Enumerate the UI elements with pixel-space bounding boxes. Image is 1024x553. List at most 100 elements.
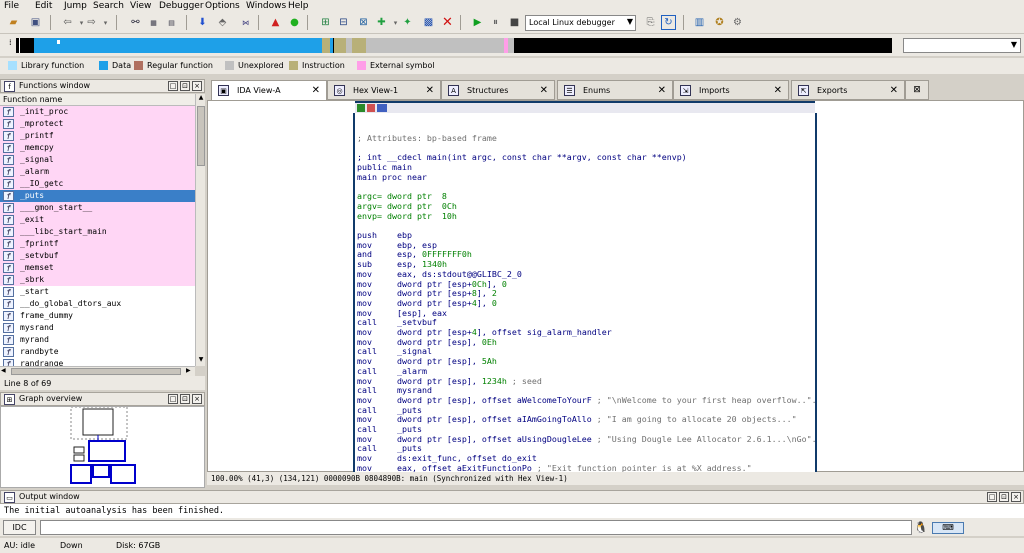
column-header[interactable]: Function name	[0, 94, 195, 106]
triangle-icon[interactable]: ▲	[268, 15, 283, 30]
menu-debugger[interactable]: Debugger	[159, 1, 204, 11]
jump-down-icon[interactable]: ⬇	[195, 15, 210, 30]
menu-options[interactable]: Options	[205, 1, 240, 11]
function-item[interactable]: f _fprintf	[0, 238, 195, 250]
close-icon[interactable]: ✕	[540, 85, 548, 96]
menu-jump[interactable]: Jump	[64, 1, 87, 11]
function-item[interactable]: f _setvbuf	[0, 250, 195, 262]
scroll-thumb[interactable]	[197, 106, 205, 166]
debugger-select[interactable]: Local Linux debugger ▼	[525, 15, 636, 31]
scroll-left-icon[interactable]: ◀	[1, 367, 6, 374]
function-item[interactable]: f randbyte	[0, 346, 195, 358]
tab-ida-view-a[interactable]: ▣ IDA View-A ✕	[211, 80, 327, 100]
function-item[interactable]: f mysrand	[0, 322, 195, 334]
function-item[interactable]: f _printf	[0, 130, 195, 142]
segment-combo[interactable]: ▼	[903, 38, 1021, 53]
binoculars-icon[interactable]: ⚯	[128, 15, 143, 30]
tab-exports[interactable]: ⇱ Exports ✕	[791, 80, 905, 100]
close-icon[interactable]: ×	[192, 394, 202, 404]
restore-icon[interactable]: □	[987, 492, 997, 502]
graph-overview-canvas[interactable]	[0, 406, 205, 488]
function-item[interactable]: f _init_proc	[0, 106, 195, 118]
stop-icon[interactable]: ■	[507, 15, 522, 30]
function-item[interactable]: f ___libc_start_main	[0, 226, 195, 238]
scroll-up-icon[interactable]: ▲	[197, 94, 205, 103]
close-icon[interactable]: ✕	[312, 85, 320, 96]
add-breakpoint-icon[interactable]: ✚	[374, 15, 389, 30]
forward-dropdown-icon[interactable]: ▾	[98, 15, 113, 30]
command-input[interactable]	[40, 520, 912, 535]
close-icon[interactable]: ×	[192, 81, 202, 91]
code-line[interactable]: mov dword ptr [esp], offset aWelcomeToYo…	[357, 395, 815, 406]
add-enum-icon[interactable]: ⊟	[336, 15, 351, 30]
function-item[interactable]: f _memcpy	[0, 142, 195, 154]
function-item[interactable]: f _signal	[0, 154, 195, 166]
code-line[interactable]: mov dword ptr [esp], offset aIAmGoingToA…	[357, 414, 797, 425]
restore-icon[interactable]: □	[168, 394, 178, 404]
debug-options-icon[interactable]: ⎘	[643, 15, 658, 30]
code-line[interactable]: mov eax, offset aExitFunctionPo ; "Exit …	[357, 463, 752, 472]
float-icon[interactable]: ⊡	[180, 394, 190, 404]
function-item[interactable]: f __IO_getc	[0, 178, 195, 190]
menu-view[interactable]: View	[130, 1, 151, 11]
close-icon[interactable]: ✕	[658, 85, 666, 96]
function-item[interactable]: f _sbrk	[0, 274, 195, 286]
forward-arrow-icon[interactable]: ⇨	[84, 15, 99, 30]
folder-star-icon[interactable]: ✪	[712, 15, 727, 30]
function-item[interactable]: f _exit	[0, 214, 195, 226]
function-item[interactable]: f _memset	[0, 262, 195, 274]
open-folder-icon[interactable]: ▰	[6, 15, 21, 30]
horizontal-scrollbar[interactable]: ◀ ▶	[0, 366, 195, 376]
script-icon[interactable]: ✦	[400, 15, 415, 30]
vertical-scrollbar[interactable]: ▲ ▼	[195, 94, 205, 366]
function-item[interactable]: f ___gmon_start__	[0, 202, 195, 214]
add-structure-icon[interactable]: ⊞	[318, 15, 333, 30]
close-icon[interactable]: ✕	[426, 85, 434, 96]
code-line[interactable]: ; Attributes: bp-based frame	[357, 133, 497, 144]
restore-icon[interactable]: □	[168, 81, 178, 91]
tab-hex-view-1[interactable]: ◎ Hex View-1 ✕	[327, 80, 441, 100]
tab-structures[interactable]: A Structures ✕	[441, 80, 555, 100]
close-all-tabs-button[interactable]: ⊠	[905, 80, 929, 100]
menu-edit[interactable]: Edit	[35, 1, 52, 11]
scroll-thumb[interactable]	[11, 368, 181, 375]
tab-imports[interactable]: ⇲ Imports ✕	[673, 80, 789, 100]
graph-view-icon[interactable]: ▥	[692, 15, 707, 30]
menu-help[interactable]: Help	[288, 1, 309, 11]
graph-icon[interactable]	[367, 104, 375, 112]
function-item[interactable]: f randrange	[0, 358, 195, 366]
menu-windows[interactable]: Windows	[246, 1, 286, 11]
idc-button[interactable]: IDC	[3, 520, 36, 535]
code-line[interactable]: mov dword ptr [esp], offset aUsingDougle…	[357, 434, 815, 445]
scroll-right-icon[interactable]: ▶	[186, 367, 191, 374]
save-icon[interactable]: ▣	[28, 15, 43, 30]
close-x-icon[interactable]: ✕	[440, 15, 455, 30]
search-binary-icon[interactable]: ▦	[146, 15, 161, 30]
function-item[interactable]: f myrand	[0, 334, 195, 346]
keyboard-icon[interactable]: ⌨	[932, 522, 964, 534]
close-icon[interactable]: ✕	[890, 85, 898, 96]
pause-icon[interactable]: ⏸	[488, 15, 503, 30]
navigation-band[interactable]	[16, 38, 892, 53]
function-item[interactable]: f __do_global_dtors_aux	[0, 298, 195, 310]
float-icon[interactable]: ⊡	[180, 81, 190, 91]
close-icon[interactable]: ✕	[774, 85, 782, 96]
float-icon[interactable]: ⊡	[999, 492, 1009, 502]
switch-debugger-icon[interactable]: ↻	[661, 15, 676, 30]
function-item[interactable]: f _puts	[0, 190, 195, 202]
back-arrow-icon[interactable]: ⇦	[60, 15, 75, 30]
close-icon[interactable]: ×	[1011, 492, 1021, 502]
start-debugger-icon[interactable]: ▶	[470, 15, 485, 30]
color-icon[interactable]	[357, 104, 365, 112]
code-line[interactable]: main proc near	[357, 172, 427, 183]
function-item[interactable]: f frame_dummy	[0, 310, 195, 322]
menu-file[interactable]: File	[4, 1, 19, 11]
code-line[interactable]: envp= dword ptr 10h	[357, 211, 457, 222]
function-item[interactable]: f _alarm	[0, 166, 195, 178]
settings-icon[interactable]: ⚙	[730, 15, 745, 30]
list-icon[interactable]	[377, 104, 387, 112]
scroll-down-icon[interactable]: ▼	[197, 356, 205, 365]
processor-icon[interactable]: ▩	[421, 15, 436, 30]
add-segment-icon[interactable]: ⊠	[356, 15, 371, 30]
tab-enums[interactable]: ☰ Enums ✕	[557, 80, 673, 100]
